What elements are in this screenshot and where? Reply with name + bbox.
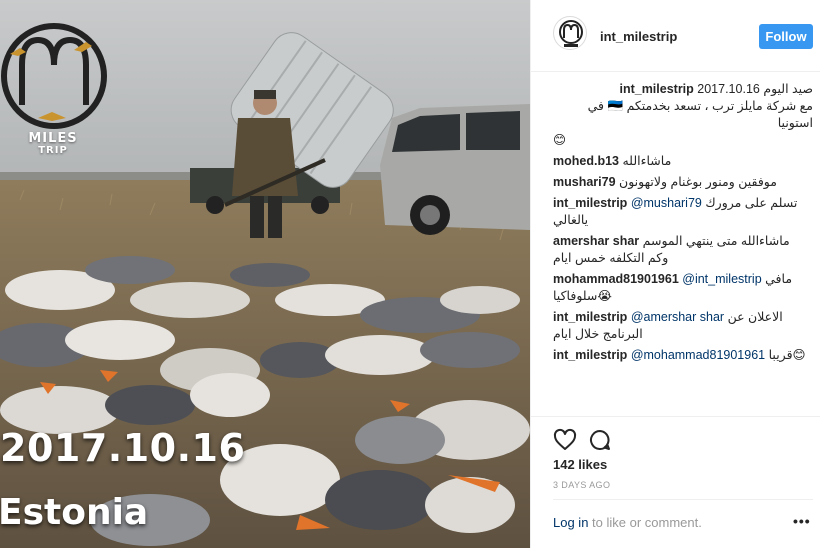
post-timestamp[interactable]: 3 DAYS AGO (553, 480, 610, 490)
post-side-panel: int_milestrip Follow int_milestrip 2017.… (530, 0, 820, 548)
comment-item: mohammad81901961 @int_milestrip مافي سلو… (553, 271, 813, 305)
comment-username-link[interactable]: int_milestrip (553, 196, 627, 210)
comments-list: int_milestrip 2017.10.16 صيد اليوم مع شر… (553, 81, 813, 368)
follow-button[interactable]: Follow (759, 24, 813, 49)
comment-mention-link[interactable]: @amershar shar (631, 310, 724, 324)
divider (553, 499, 813, 500)
likes-count[interactable]: 142 likes (553, 457, 607, 472)
logo-text-miles: MILES (28, 131, 78, 146)
comment-username-link[interactable]: mohammad81901961 (553, 272, 679, 286)
comment-item: int_milestrip @mohammad81901961 قريبا😊 (553, 347, 813, 364)
comment-item: amershar shar ماشاءالله متى ينتهي الموسم… (553, 233, 813, 267)
comment-username-link[interactable]: int_milestrip (553, 348, 627, 362)
comment-username-link[interactable]: mushari79 (553, 175, 616, 189)
comment-mention-link[interactable]: @mohammad81901961 (631, 348, 765, 362)
caption-text-line2: مع شركة مايلز ترب ، تسعد بخدمتكم 🇪🇪 في ا… (587, 99, 813, 130)
post-actions: 142 likes 3 DAYS AGO Log in to like or c… (531, 416, 820, 548)
post-photo[interactable]: MILES TRIP 2017.10.16 Estonia (0, 0, 530, 548)
header-username-link[interactable]: int_milestrip (600, 29, 677, 44)
photo-location-overlay: Estonia (0, 492, 149, 533)
comment-text: قريبا😊 (768, 348, 806, 362)
avatar[interactable] (553, 16, 587, 50)
photo-date-overlay: 2017.10.16 (0, 426, 246, 470)
post-header: int_milestrip Follow (531, 0, 820, 72)
comment-item: mushari79 موفقين ومنور بوغنام ولاتهونون (553, 174, 813, 191)
heart-icon[interactable] (553, 428, 577, 452)
comment-username-link[interactable]: mohed.b13 (553, 154, 619, 168)
caption-username-link[interactable]: int_milestrip (619, 82, 693, 96)
login-prompt: Log in to like or comment. (553, 515, 702, 530)
logo-text-trip: TRIP (38, 145, 68, 156)
comment-mention-link[interactable]: @int_milestrip (682, 272, 761, 286)
suv-vehicle (380, 104, 530, 235)
login-link[interactable]: Log in (553, 515, 588, 530)
login-prompt-text: to like or comment. (588, 515, 702, 530)
caption-emoji: 😊 (553, 133, 567, 147)
comment-username-link[interactable]: amershar shar (553, 234, 639, 248)
comment-mention-link[interactable]: @mushari79 (631, 196, 702, 210)
instagram-post: MILES TRIP 2017.10.16 Estonia int_milest… (0, 0, 820, 548)
comment-item: mohed.b13 ماشاءالله (553, 153, 813, 170)
comment-username-link[interactable]: int_milestrip (553, 310, 627, 324)
comment-item: int_milestrip @amershar shar الاعلان عن … (553, 309, 813, 343)
comment-text: ماشاءالله (622, 154, 672, 168)
caption: int_milestrip 2017.10.16 صيد اليوم مع شر… (553, 81, 813, 149)
caption-text-line1: 2017.10.16 صيد اليوم (697, 82, 813, 96)
avatar-logo-icon (559, 20, 583, 47)
comment-icon[interactable] (588, 428, 612, 452)
more-options-icon[interactable]: ••• (793, 513, 811, 529)
comment-item: int_milestrip @mushari79 تسلم على مرورك … (553, 195, 813, 229)
comment-text: موفقين ومنور بوغنام ولاتهونون (619, 175, 777, 189)
